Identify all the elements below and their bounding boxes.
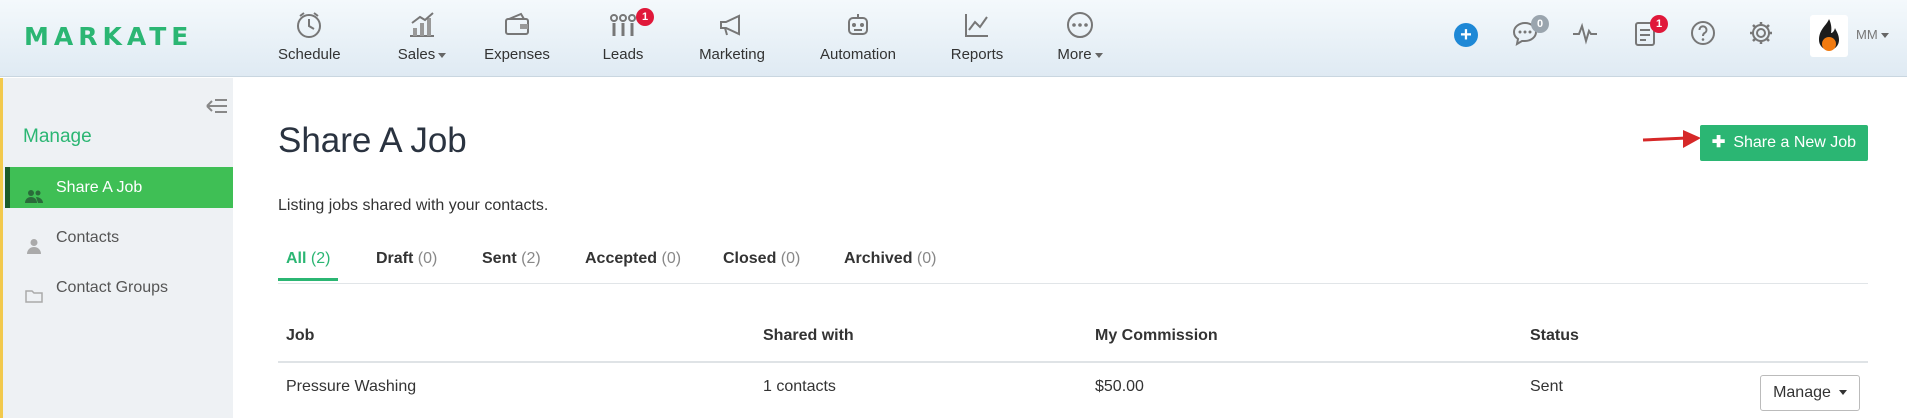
tab-count: (0) <box>916 250 937 267</box>
column-header-job: Job <box>286 327 315 344</box>
page-subtitle: Listing jobs shared with your contacts. <box>278 197 549 214</box>
manage-dropdown-button[interactable]: Manage <box>1760 375 1860 411</box>
wallet-icon <box>500 8 534 42</box>
nav-more-label: More <box>1057 46 1092 63</box>
tab-label: Closed <box>723 250 777 267</box>
sidebar-item-label: Share A Job <box>56 179 143 196</box>
tab-count: (0) <box>417 250 438 267</box>
tab-closed[interactable]: Closed (0) <box>723 250 800 280</box>
leads-badge: 1 <box>636 8 654 26</box>
sidebar-item-label: Contact Groups <box>56 279 169 296</box>
tab-label: Draft <box>376 250 414 267</box>
plus-icon: ✚ <box>1711 134 1726 151</box>
activity-pulse-icon[interactable] <box>1570 18 1600 48</box>
tab-label: Sent <box>482 250 517 267</box>
share-new-job-button[interactable]: ✚ Share a New Job <box>1700 125 1868 161</box>
tab-archived[interactable]: Archived (0) <box>844 250 936 280</box>
nav-automation[interactable]: Automation <box>818 8 898 68</box>
sidebar-item-label: Contacts <box>56 229 120 246</box>
column-header-shared-with: Shared with <box>763 327 854 344</box>
chevron-down-icon <box>1880 33 1889 39</box>
nav-sales-label: Sales <box>397 46 436 63</box>
tab-all[interactable]: All (2) <box>278 250 339 281</box>
nav-marketing-label: Marketing <box>699 46 765 63</box>
nav-leads[interactable]: Leads 1 <box>602 8 654 68</box>
collapse-sidebar-icon[interactable] <box>205 96 229 116</box>
tab-draft[interactable]: Draft (0) <box>376 250 437 280</box>
nav-sales[interactable]: Sales <box>392 8 452 68</box>
line-chart-icon <box>960 8 994 42</box>
column-header-status: Status <box>1530 327 1579 344</box>
status-tabs: All (2) Draft (0) Sent (2) Accepted (0) … <box>278 242 1868 284</box>
gear-icon[interactable] <box>1746 18 1776 48</box>
column-header-my-commission: My Commission <box>1095 327 1218 344</box>
nav-expenses-label: Expenses <box>484 46 550 63</box>
help-icon[interactable] <box>1688 18 1718 48</box>
flame-logo-icon <box>1819 19 1839 51</box>
nav-more[interactable]: More <box>1055 8 1105 68</box>
tab-count: (0) <box>661 250 682 267</box>
chevron-down-icon <box>438 52 447 58</box>
markate-logo[interactable]: MARKATE <box>24 22 193 51</box>
sidebar-item-contacts[interactable]: Contacts <box>5 217 233 258</box>
nav-schedule[interactable]: Schedule <box>278 8 341 68</box>
user-icon <box>25 229 43 254</box>
add-new-icon[interactable]: + <box>1454 23 1478 47</box>
chat-icon[interactable]: 0 <box>1510 15 1549 48</box>
sidebar-item-share-a-job[interactable]: Share A Job <box>5 167 233 208</box>
tab-accepted[interactable]: Accepted (0) <box>585 250 681 280</box>
cell-job[interactable]: Pressure Washing <box>286 378 416 396</box>
chevron-down-icon <box>1838 390 1847 396</box>
user-initials: MM <box>1856 27 1878 42</box>
tasks-badge: 1 <box>1650 15 1668 33</box>
leads-icon <box>606 8 640 42</box>
tab-count: (0) <box>780 250 801 267</box>
chevron-down-icon <box>1094 52 1103 58</box>
tab-sent[interactable]: Sent (2) <box>482 250 541 280</box>
avatar[interactable] <box>1810 15 1848 57</box>
top-navbar: MARKATE Schedule Sales Expenses Leads 1 … <box>0 0 1907 77</box>
megaphone-icon <box>715 8 749 42</box>
nav-automation-label: Automation <box>820 46 896 63</box>
sidebar-item-contact-groups[interactable]: Contact Groups <box>5 267 233 308</box>
tab-count: (2) <box>310 250 331 267</box>
table-header-divider <box>278 361 1868 363</box>
folder-icon <box>25 279 43 303</box>
manage-label: Manage <box>1773 384 1831 401</box>
clock-icon <box>292 8 326 42</box>
nav-reports-label: Reports <box>950 46 1004 63</box>
cell-commission: $50.00 <box>1095 378 1144 395</box>
sales-chart-icon <box>405 8 439 42</box>
page-title: Share A Job <box>278 121 467 160</box>
share-new-job-label: Share a New Job <box>1733 134 1857 151</box>
more-dots-icon <box>1063 8 1097 42</box>
sidebar-title: Manage <box>23 126 92 147</box>
cell-shared-with: 1 contacts <box>763 378 836 395</box>
tab-label: Accepted <box>585 250 658 267</box>
tab-count: (2) <box>521 250 541 267</box>
user-menu[interactable]: MM <box>1856 27 1889 42</box>
chat-badge: 0 <box>1531 15 1549 33</box>
users-icon <box>25 179 43 203</box>
cell-status: Sent <box>1530 378 1563 395</box>
robot-icon <box>841 8 875 42</box>
tab-label: Archived <box>844 250 913 267</box>
nav-schedule-label: Schedule <box>278 46 341 63</box>
nav-leads-label: Leads <box>602 46 644 63</box>
nav-marketing[interactable]: Marketing <box>697 8 767 68</box>
tab-label: All <box>286 250 307 267</box>
arrow-pointer-icon <box>1642 130 1701 148</box>
tasks-clipboard-icon[interactable]: 1 <box>1630 15 1668 48</box>
nav-reports[interactable]: Reports <box>950 8 1004 68</box>
nav-expenses[interactable]: Expenses <box>484 8 550 68</box>
sidebar: Manage Share A Job Contacts Contact Grou… <box>0 78 233 418</box>
